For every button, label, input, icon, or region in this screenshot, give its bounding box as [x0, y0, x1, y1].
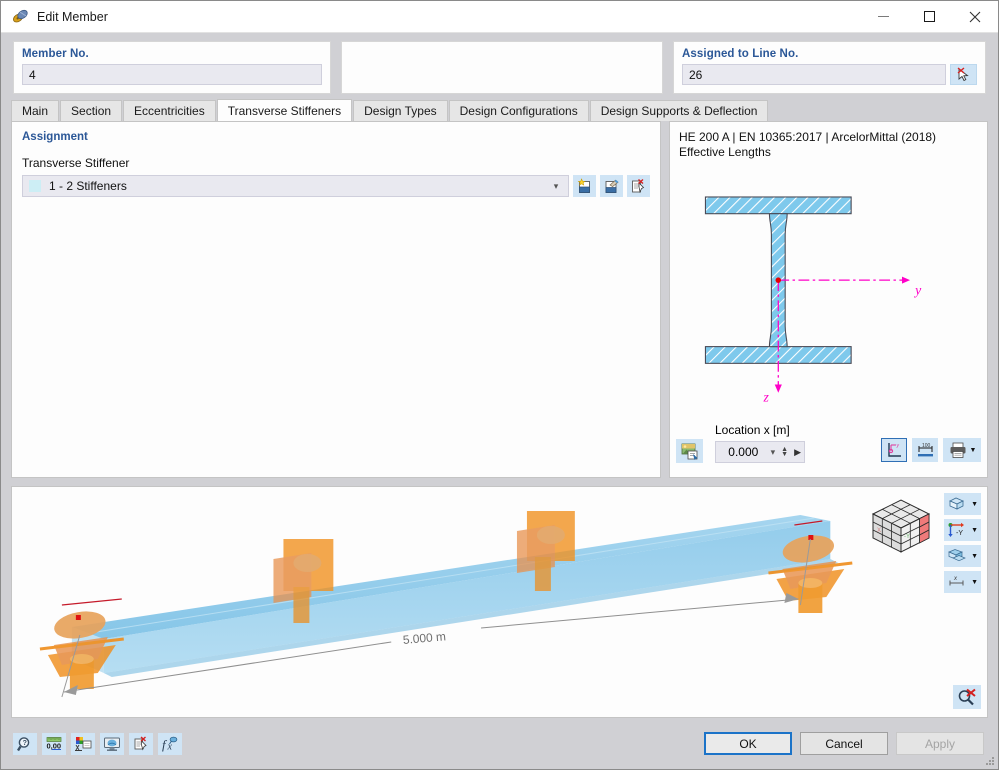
- chevron-down-icon[interactable]: ▼: [970, 447, 977, 454]
- model-viewport[interactable]: 5.000 m -Y X ▼ -Y ▼ ▼ x ▼: [11, 486, 988, 718]
- svg-text:X: X: [877, 528, 881, 534]
- member-no-label: Member No.: [22, 48, 89, 60]
- new-page-icon[interactable]: [573, 175, 596, 197]
- tab-section[interactable]: Section: [60, 100, 123, 121]
- chevron-down-icon[interactable]: ▾: [548, 181, 564, 192]
- svg-text:-Y: -Y: [904, 534, 910, 540]
- zoom-reset-icon[interactable]: [953, 685, 981, 709]
- section-subtitle: Effective Lengths: [679, 145, 771, 159]
- svg-text:?: ?: [22, 740, 26, 747]
- tab-design-supports-deflection[interactable]: Design Supports & Deflection: [589, 100, 769, 121]
- section-designation: HE 200 A | EN 10365:2017 | ArcelorMittal…: [679, 130, 937, 144]
- member-icon: [11, 8, 29, 26]
- transverse-stiffener-combo[interactable]: 1 - 2 Stiffeners ▾: [22, 175, 569, 197]
- dialog-footer: ? 0,00 f x OK Cancel Apply: [1, 718, 998, 769]
- svg-text:y: y: [896, 443, 900, 449]
- member-no-input[interactable]: 4: [22, 64, 322, 85]
- chevron-down-icon[interactable]: ▼: [971, 553, 978, 560]
- location-x-label: Location x [m]: [715, 423, 790, 437]
- tab-design-configurations[interactable]: Design Configurations: [448, 100, 589, 121]
- dimension-line-icon[interactable]: 100: [912, 438, 938, 462]
- viewport-tools: ▼ -Y ▼ ▼ x ▼: [944, 493, 981, 593]
- ruler-units-icon[interactable]: 0,00: [42, 732, 66, 755]
- chevron-down-icon[interactable]: ▼: [971, 527, 978, 534]
- next-location-icon[interactable]: ▶: [791, 447, 801, 458]
- axis-z-label: z: [763, 390, 770, 405]
- section-preview-pane: HE 200 A | EN 10365:2017 | ArcelorMittal…: [669, 121, 988, 478]
- edit-member-dialog: Edit Member Member No. 4 Assigned to Lin…: [0, 0, 999, 770]
- dimension-x-icon[interactable]: x ▼: [944, 571, 981, 593]
- location-x-spinner[interactable]: 0.000 ▾ ▲ ▼ ▶: [715, 441, 805, 463]
- assigned-line-group: Assigned to Line No. 26: [673, 41, 986, 94]
- stiffener-color-swatch: [29, 180, 41, 192]
- chevron-down-icon[interactable]: ▼: [971, 579, 978, 586]
- cancel-button[interactable]: Cancel: [800, 732, 888, 755]
- svg-text:-Y: -Y: [956, 530, 963, 537]
- title-bar: Edit Member: [1, 1, 998, 33]
- section-drawing: y z: [670, 160, 987, 421]
- chevron-down-icon[interactable]: ▾: [768, 447, 779, 458]
- view-cube[interactable]: -Y X: [863, 496, 935, 558]
- ok-button[interactable]: OK: [704, 732, 792, 755]
- monitor-icon[interactable]: [100, 732, 124, 755]
- close-button[interactable]: [952, 1, 998, 33]
- beam-3d-scene: 5.000 m: [39, 511, 853, 698]
- section-title-block: HE 200 A | EN 10365:2017 | ArcelorMittal…: [670, 122, 987, 160]
- printer-icon[interactable]: ▼: [943, 438, 981, 462]
- chevron-down-icon[interactable]: ▼: [971, 501, 978, 508]
- header-fields: Member No. 4 Assigned to Line No. 26: [1, 33, 998, 94]
- footer-tool-buttons: ? 0,00 f x: [13, 732, 182, 755]
- function-icon[interactable]: f x: [158, 732, 182, 755]
- tab-main[interactable]: Main: [11, 100, 60, 121]
- svg-text:x: x: [167, 741, 173, 752]
- tab-bar: Main Section Eccentricities Transverse S…: [11, 99, 998, 121]
- apply-button: Apply: [896, 732, 984, 755]
- wireframe-box-icon[interactable]: ▼: [944, 493, 981, 515]
- assignment-group-title: Assignment: [22, 131, 88, 143]
- axis-y-label: y: [913, 282, 922, 297]
- solid-box-icon[interactable]: ▼: [944, 545, 981, 567]
- window-title: Edit Member: [37, 9, 108, 24]
- member-no-group: Member No. 4: [13, 41, 331, 94]
- select-line-cursor-icon[interactable]: [950, 64, 977, 85]
- resize-grip[interactable]: [985, 756, 995, 766]
- assigned-line-input[interactable]: 26: [682, 64, 946, 85]
- maximize-button[interactable]: [906, 1, 952, 33]
- dialog-action-buttons: OK Cancel Apply: [704, 732, 984, 755]
- tab-transverse-stiffeners[interactable]: Transverse Stiffeners: [216, 99, 353, 121]
- window-controls: [860, 1, 998, 33]
- coordinate-axes-icon[interactable]: y: [881, 438, 907, 462]
- svg-text:x: x: [953, 576, 958, 582]
- magnifier-info-icon[interactable]: ?: [13, 732, 37, 755]
- location-x-value: 0.000: [728, 445, 759, 459]
- tab-content: Assignment Transverse Stiffener 1 - 2 St…: [11, 121, 988, 478]
- transverse-stiffener-label: Transverse Stiffener: [22, 156, 130, 170]
- section-view-buttons: y 100 ▼: [881, 438, 981, 462]
- delete-cursor-icon[interactable]: [129, 732, 153, 755]
- header-middle-panel: [341, 41, 663, 94]
- spinner-arrows-icon[interactable]: ▲ ▼: [778, 446, 791, 458]
- edit-page-icon[interactable]: [600, 175, 623, 197]
- beam-length-dimension: 5.000 m: [402, 629, 446, 647]
- tab-design-types[interactable]: Design Types: [353, 100, 448, 121]
- tab-eccentricities[interactable]: Eccentricities: [123, 100, 216, 121]
- section-footer-toolbar: Location x [m] 0.000 ▾ ▲ ▼ ▶ y 100 ▼: [670, 421, 987, 477]
- assigned-line-label: Assigned to Line No.: [682, 48, 799, 60]
- assignment-pane: Assignment Transverse Stiffener 1 - 2 St…: [11, 121, 661, 478]
- transverse-stiffener-value: 1 - 2 Stiffeners: [49, 179, 127, 193]
- minimize-button[interactable]: [860, 1, 906, 33]
- axis-y-icon[interactable]: -Y ▼: [944, 519, 981, 541]
- render-image-icon[interactable]: [676, 439, 703, 463]
- color-properties-icon[interactable]: [71, 732, 95, 755]
- delete-page-icon[interactable]: [627, 175, 650, 197]
